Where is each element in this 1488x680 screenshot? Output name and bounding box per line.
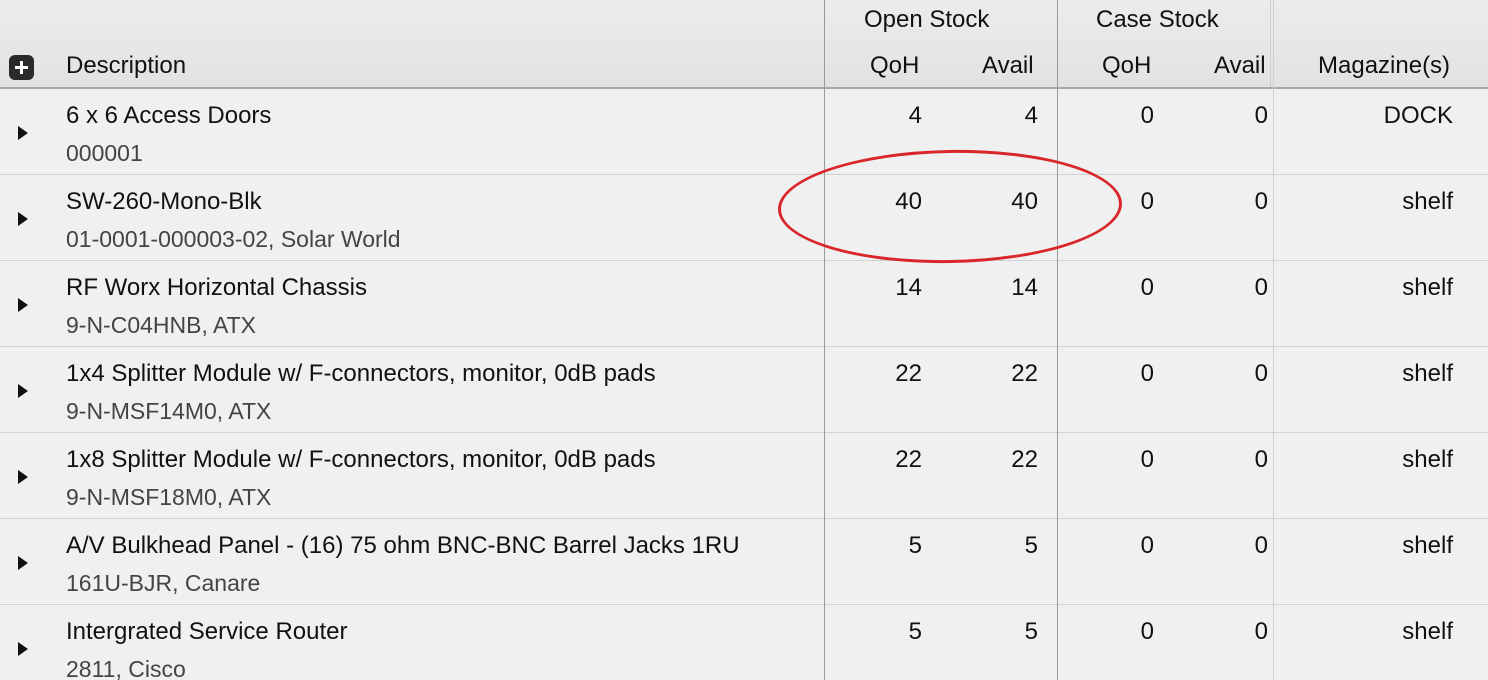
magazine-value: shelf <box>1402 274 1453 301</box>
case-avail-value: 0 <box>1254 618 1268 645</box>
case-avail-value: 0 <box>1254 102 1268 129</box>
open-avail-value: 4 <box>1024 102 1038 129</box>
case-avail-value: 0 <box>1254 188 1268 215</box>
open-avail-value: 14 <box>1011 274 1038 301</box>
open-avail-value: 40 <box>1011 188 1038 215</box>
open-qoh-value: 14 <box>895 274 922 301</box>
case-qoh-value: 0 <box>1140 618 1154 645</box>
table-row[interactable]: A/V Bulkhead Panel - (16) 75 ohm BNC-BNC… <box>0 519 1488 605</box>
table-row[interactable]: 6 x 6 Access Doors 000001 4 4 0 0 DOCK <box>0 89 1488 175</box>
disclosure-triangle-icon[interactable] <box>18 556 28 570</box>
table-row[interactable]: 1x4 Splitter Module w/ F-connectors, mon… <box>0 347 1488 433</box>
header-divider <box>1270 0 1271 87</box>
item-part-number: 9-N-C04HNB, ATX <box>66 312 257 338</box>
open-avail-value: 5 <box>1024 618 1038 645</box>
table-row[interactable]: SW-260-Mono-Blk 01-0001-000003-02, Solar … <box>0 175 1488 261</box>
item-part-number: 161U-BJR, Canare <box>66 570 261 596</box>
item-part-number: 2811, Cisco <box>66 656 186 680</box>
open-qoh-column-header[interactable]: QoH <box>870 52 919 80</box>
case-qoh-value: 0 <box>1140 102 1154 129</box>
column-divider <box>1057 0 1058 680</box>
open-avail-column-header[interactable]: Avail <box>982 52 1034 80</box>
open-avail-value: 22 <box>1011 446 1038 473</box>
table-row[interactable]: RF Worx Horizontal Chassis 9-N-C04HNB, AT… <box>0 261 1488 347</box>
disclosure-triangle-icon[interactable] <box>18 642 28 656</box>
magazine-value: DOCK <box>1383 102 1453 129</box>
item-part-number: 9-N-MSF18M0, ATX <box>66 484 272 510</box>
item-description: 6 x 6 Access Doors <box>66 102 272 129</box>
magazines-column-header[interactable]: Magazine(s) <box>1318 52 1450 80</box>
open-qoh-value: 4 <box>908 102 922 129</box>
case-avail-value: 0 <box>1254 274 1268 301</box>
magazine-value: shelf <box>1402 532 1453 559</box>
disclosure-triangle-icon[interactable] <box>18 212 28 226</box>
open-avail-value: 5 <box>1024 532 1038 559</box>
table-row[interactable]: Intergrated Service Router 2811, Cisco 5 5 0… <box>0 605 1488 680</box>
case-qoh-value: 0 <box>1140 532 1154 559</box>
open-qoh-value: 22 <box>895 360 922 387</box>
table-row[interactable]: 1x8 Splitter Module w/ F-connectors, mon… <box>0 433 1488 519</box>
open-qoh-value: 5 <box>908 618 922 645</box>
table-header: Open Stock Case Stock Description QoH Av… <box>0 0 1488 89</box>
disclosure-triangle-icon[interactable] <box>18 470 28 484</box>
column-divider <box>824 0 825 680</box>
inventory-table-body: 6 x 6 Access Doors 000001 4 4 0 0 DOCK SW-260-M… <box>0 89 1488 680</box>
open-qoh-value: 40 <box>895 188 922 215</box>
column-divider <box>1273 0 1274 680</box>
description-column-header[interactable]: Description <box>66 52 186 80</box>
case-qoh-value: 0 <box>1140 274 1154 301</box>
item-part-number: 01-0001-000003-02, Solar World <box>66 226 401 252</box>
case-qoh-value: 0 <box>1140 360 1154 387</box>
open-avail-value: 22 <box>1011 360 1038 387</box>
open-qoh-value: 22 <box>895 446 922 473</box>
disclosure-triangle-icon[interactable] <box>18 384 28 398</box>
item-description: Intergrated Service Router <box>66 618 348 645</box>
case-avail-value: 0 <box>1254 360 1268 387</box>
item-description: 1x8 Splitter Module w/ F-connectors, mon… <box>66 446 656 473</box>
case-avail-value: 0 <box>1254 532 1268 559</box>
item-description: 1x4 Splitter Module w/ F-connectors, mon… <box>66 360 656 387</box>
item-part-number: 000001 <box>66 140 143 166</box>
case-avail-value: 0 <box>1254 446 1268 473</box>
case-qoh-value: 0 <box>1140 188 1154 215</box>
item-description: A/V Bulkhead Panel - (16) 75 ohm BNC-BNC… <box>66 532 740 559</box>
item-part-number: 9-N-MSF14M0, ATX <box>66 398 272 424</box>
magazine-value: shelf <box>1402 360 1453 387</box>
disclosure-triangle-icon[interactable] <box>18 126 28 140</box>
open-qoh-value: 5 <box>908 532 922 559</box>
case-qoh-column-header[interactable]: QoH <box>1102 52 1151 80</box>
case-avail-column-header[interactable]: Avail <box>1214 52 1266 80</box>
open-stock-header: Open Stock <box>864 6 990 33</box>
item-description: RF Worx Horizontal Chassis <box>66 274 367 301</box>
inventory-page: Open Stock Case Stock Description QoH Av… <box>0 0 1488 680</box>
case-qoh-value: 0 <box>1140 446 1154 473</box>
magazine-value: shelf <box>1402 446 1453 473</box>
magazine-value: shelf <box>1402 188 1453 215</box>
plus-square-icon[interactable] <box>9 55 34 80</box>
case-stock-header: Case Stock <box>1096 6 1219 33</box>
item-description: SW-260-Mono-Blk <box>66 188 262 215</box>
magazine-value: shelf <box>1402 618 1453 645</box>
disclosure-triangle-icon[interactable] <box>18 298 28 312</box>
